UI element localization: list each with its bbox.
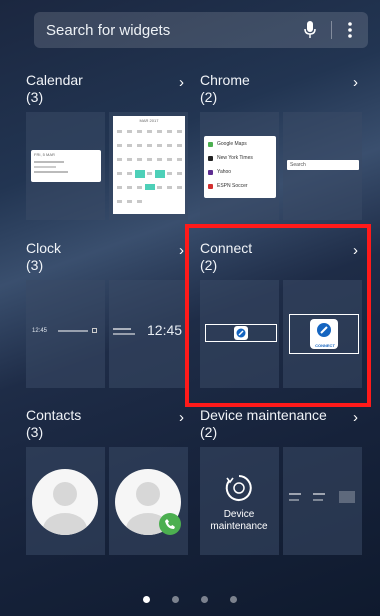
divider (331, 21, 332, 39)
widget-group-calendar[interactable]: Calendar (3) › FRI, 5 MAR MAR 2017 (26, 72, 188, 220)
group-title: Clock (26, 240, 62, 256)
page-dot[interactable] (172, 596, 179, 603)
group-count: (3) (26, 424, 44, 440)
chevron-right-icon[interactable]: › (353, 242, 358, 259)
group-header[interactable]: Chrome (2) › (200, 72, 362, 108)
group-header[interactable]: Connect (2) › (200, 240, 362, 276)
calendar-month-label: MAR 2017 (139, 118, 159, 123)
clock-time: 12:45 (147, 322, 183, 338)
group-header[interactable]: Contacts (3) › (26, 407, 188, 443)
widget-thumbnail[interactable]: CONNECT (283, 280, 362, 388)
widget-thumbnail[interactable] (200, 280, 279, 388)
widget-group-connect[interactable]: Connect (2) › CONNECT (200, 240, 362, 388)
mic-icon[interactable] (299, 19, 321, 41)
widget-thumbnail[interactable]: Google Maps New York Times Yahoo ESPN So… (200, 112, 279, 220)
widget-thumbnail[interactable]: Device maintenance (200, 447, 279, 555)
widget-group-clock[interactable]: Clock (3) › 12:45 12:45 (26, 240, 188, 388)
chevron-right-icon[interactable]: › (179, 74, 184, 91)
widget-thumbnail[interactable]: FRI, 5 MAR (26, 112, 105, 220)
chevron-right-icon[interactable]: › (353, 409, 358, 426)
group-count: (3) (26, 89, 44, 105)
group-count: (2) (200, 89, 218, 105)
page-dot[interactable] (201, 596, 208, 603)
group-title: Contacts (26, 407, 82, 423)
widget-thumbnail[interactable] (26, 447, 105, 555)
chevron-right-icon[interactable]: › (179, 242, 184, 259)
widget-group-chrome[interactable]: Chrome (2) › Google Maps New York Times … (200, 72, 362, 220)
widget-thumbnail[interactable]: 12:45 (109, 280, 188, 388)
avatar (32, 469, 98, 535)
group-header[interactable]: Clock (3) › (26, 240, 188, 276)
phone-icon (159, 513, 181, 535)
calendar-card-head: FRI, 5 MAR (34, 152, 55, 157)
widget-thumbnail[interactable]: MAR 2017 (109, 112, 188, 220)
more-vertical-icon[interactable] (342, 19, 358, 41)
group-header[interactable]: Device maintenance (2) › (200, 407, 362, 443)
widget-group-contacts[interactable]: Contacts (3) › (26, 407, 188, 555)
widget-thumbnail[interactable]: 12:45 (26, 280, 105, 388)
calendar-month-grid: MAR 2017 (113, 116, 185, 214)
widget-thumbnail[interactable] (109, 447, 188, 555)
bookmark-item: Google Maps (208, 139, 247, 149)
chrome-bookmarks-list: Google Maps New York Times Yahoo ESPN So… (204, 136, 276, 198)
connect-widget-large: CONNECT (289, 314, 359, 354)
widget-thumbnail[interactable] (283, 447, 362, 555)
bookmark-item: ESPN Soccer (208, 181, 248, 191)
group-title: Calendar (26, 72, 83, 88)
chrome-search-box: Search (287, 160, 359, 170)
search-bar[interactable]: Search for widgets (34, 12, 368, 48)
group-count: (2) (200, 424, 218, 440)
device-maintenance-icon (225, 475, 252, 501)
person-icon (43, 482, 87, 535)
chevron-right-icon[interactable]: › (353, 74, 358, 91)
clock-time-small: 12:45 (32, 328, 48, 334)
bookmark-item: New York Times (208, 153, 253, 163)
widget-thumbnail[interactable]: Search (283, 112, 362, 220)
group-count: (2) (200, 257, 218, 273)
page-indicator[interactable] (0, 596, 380, 603)
search-input[interactable]: Search for widgets (46, 22, 299, 39)
device-maintenance-label: Device maintenance (210, 509, 268, 532)
connect-label: CONNECT (315, 343, 335, 348)
connect-widget-small (205, 324, 277, 342)
group-title: Chrome (200, 72, 250, 88)
group-count: (3) (26, 257, 44, 273)
chevron-right-icon[interactable]: › (179, 409, 184, 426)
widget-group-device-maintenance[interactable]: Device maintenance (2) › Device maintena… (200, 407, 362, 555)
calendar-card: FRI, 5 MAR (31, 150, 101, 182)
group-title: Connect (200, 240, 253, 256)
bookmark-item: Yahoo (208, 167, 231, 177)
group-header[interactable]: Calendar (3) › (26, 72, 188, 108)
page-dot[interactable] (230, 596, 237, 603)
group-title: Device maintenance (200, 407, 327, 423)
connect-icon (234, 326, 248, 340)
page-dot[interactable] (143, 596, 150, 603)
